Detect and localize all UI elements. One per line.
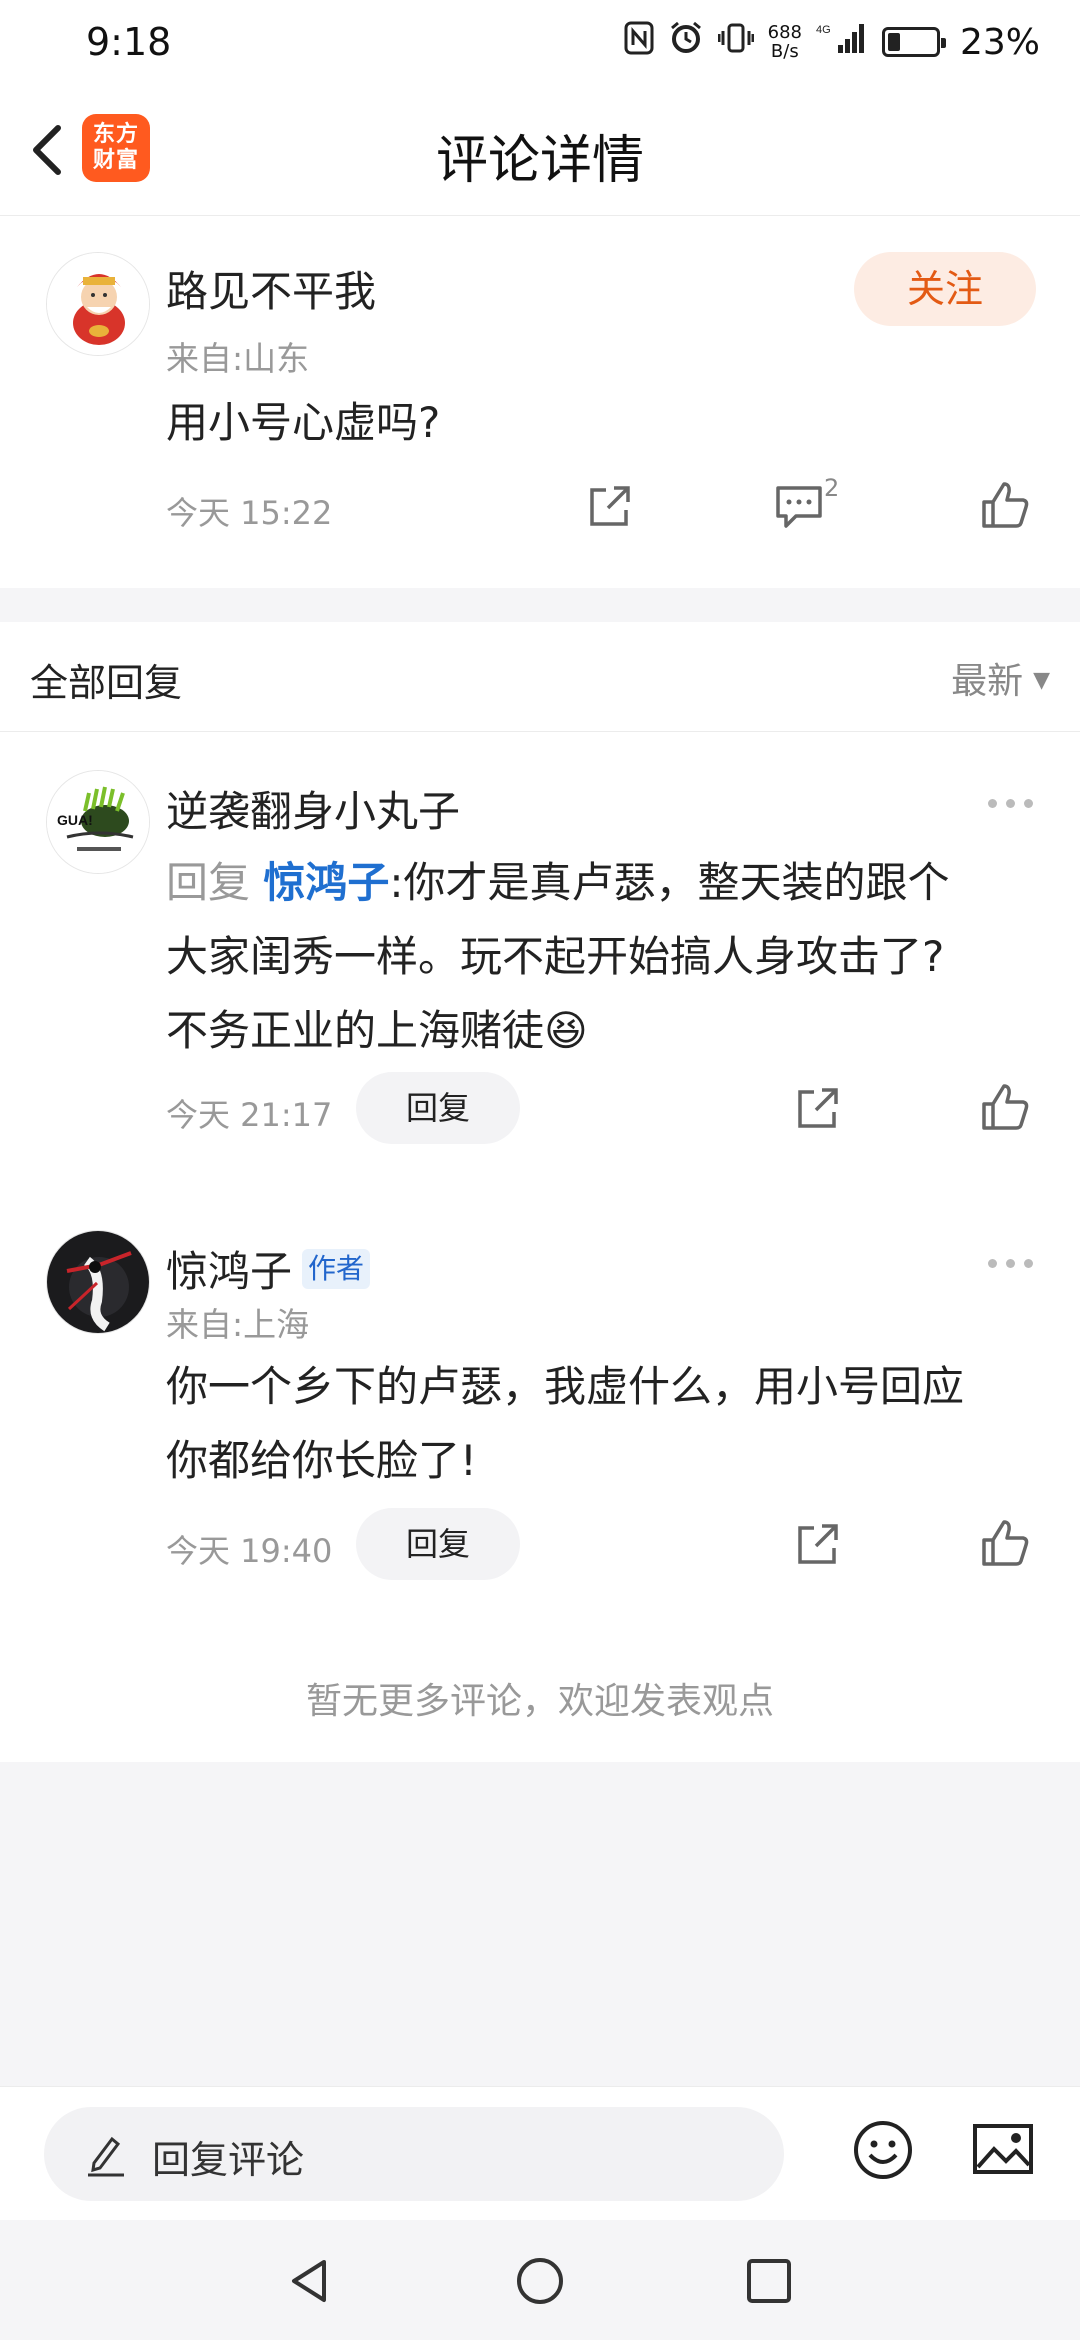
svg-text:GUA!: GUA! (57, 812, 93, 828)
reply-username[interactable]: 逆袭翻身小丸子 (166, 778, 460, 839)
image-button[interactable] (972, 2123, 1034, 2175)
signal-icon: 4G (816, 21, 868, 64)
reply-comment-input[interactable]: 回复评论 (44, 2107, 784, 2201)
comment-count-badge: 2 (824, 474, 840, 502)
reply-target-user[interactable]: 惊鸿子 (263, 858, 389, 907)
status-icons: 688 B/s 4G 23% (624, 20, 1040, 65)
comment-button[interactable] (774, 482, 824, 534)
reply-location: 来自:上海 (166, 1305, 310, 1344)
reply-text-line3: 不务正业的上海赌徒 (166, 1006, 545, 1055)
page-title: 评论详情 (435, 131, 644, 191)
share-button[interactable] (794, 1084, 842, 1136)
reply-input-bar: 回复评论 (0, 2086, 1080, 2220)
reply-input-placeholder: 回复评论 (152, 2138, 305, 2182)
all-replies-label: 全部回复 (30, 661, 183, 705)
alarm-icon (668, 20, 704, 65)
author-badge: 作者 (302, 1249, 371, 1289)
reply-time: 今天 21:17 (166, 1096, 333, 1134)
reply-text: 回复 惊鸿子:你才是真卢瑟，整天装的跟个 大家闺秀一样。玩不起开始搞人身攻击了?… (166, 846, 1046, 1068)
reply-username[interactable]: 惊鸿子 作者 (166, 1238, 371, 1299)
reply-text-line2: 你都给你长脸了! (166, 1436, 477, 1485)
avatar[interactable] (46, 1230, 150, 1334)
share-button[interactable] (794, 1520, 842, 1572)
avatar[interactable] (46, 252, 150, 356)
emoji-button[interactable] (852, 2119, 914, 2181)
status-bar: 9:18 688 B/s 4G 23% (0, 0, 1080, 84)
network-speed: 688 B/s (767, 22, 802, 62)
no-more-comments: 暂无更多评论，欢迎发表观点 (305, 1681, 774, 1722)
reply-text-line1: 你一个乡下的卢瑟，我虚什么，用小号回应 (166, 1362, 965, 1411)
sort-dropdown[interactable]: 最新 ▼ (951, 652, 1050, 704)
replies-header: 全部回复 最新 ▼ (0, 622, 1080, 732)
nav-home-icon[interactable] (515, 2256, 565, 2306)
comment-username[interactable]: 路见不平我 (166, 258, 376, 319)
reply-prefix: 回复 (166, 858, 251, 907)
thumbs-up-icon (982, 482, 1029, 528)
share-icon (798, 1524, 838, 1564)
vibrate-icon (717, 20, 755, 65)
like-button[interactable] (980, 480, 1030, 534)
reply-text-line1: :你才是真卢瑟，整天装的跟个 (389, 858, 950, 907)
system-nav-bar (0, 2220, 1080, 2340)
reply-text: 你一个乡下的卢瑟，我虚什么，用小号回应 你都给你长脸了! (166, 1350, 1046, 1498)
caret-down-icon: ▼ (1033, 668, 1050, 693)
reply-text-line2: 大家闺秀一样。玩不起开始搞人身攻击了? (166, 932, 945, 981)
status-time: 9:18 (86, 20, 172, 64)
nav-recents-icon[interactable] (744, 2256, 794, 2306)
thumbs-up-icon (982, 1084, 1029, 1130)
comment-detail-page: 9:18 688 B/s 4G 23% 东方 财富 评论详情 路见不平我 来自:… (0, 0, 1080, 2340)
svg-text:4G: 4G (816, 24, 831, 36)
like-button[interactable] (980, 1082, 1030, 1136)
more-options-icon[interactable] (988, 796, 1038, 810)
smile-icon (854, 2121, 912, 2179)
image-icon (973, 2124, 1033, 2174)
battery-percent: 23% (959, 21, 1040, 63)
reply-button[interactable]: 回复 (356, 1072, 520, 1144)
main-comment: 路见不平我 来自:山东 用小号心虚吗? 关注 今天 15:22 2 (0, 216, 1080, 588)
nfc-icon (624, 21, 654, 64)
replies-section: 全部回复 最新 ▼ GUA! 逆袭翻身小丸子 回复 惊鸿子:你才是真卢瑟，整天装… (0, 622, 1080, 1762)
follow-button[interactable]: 关注 (854, 252, 1036, 326)
comment-time: 今天 15:22 (166, 494, 333, 532)
share-button[interactable] (586, 482, 634, 534)
share-icon (590, 486, 630, 526)
comment-location: 来自:山东 (166, 339, 310, 378)
reply-button[interactable]: 回复 (356, 1508, 520, 1580)
section-divider (0, 588, 1080, 622)
more-options-icon[interactable] (988, 1256, 1038, 1270)
thumbs-up-icon (982, 1520, 1029, 1566)
avatar[interactable]: GUA! (46, 770, 150, 874)
like-button[interactable] (980, 1518, 1030, 1572)
share-icon (798, 1088, 838, 1128)
comment-icon (776, 486, 822, 528)
pencil-icon (88, 2136, 124, 2177)
nav-back-icon[interactable] (284, 2256, 334, 2306)
comment-text: 用小号心虚吗? (166, 398, 441, 447)
sort-label: 最新 (951, 661, 1024, 702)
app-header: 东方 财富 评论详情 (0, 84, 1080, 216)
battery-icon (881, 27, 946, 57)
laughing-emoji-icon: 😆 (544, 1006, 588, 1055)
reply-time: 今天 19:40 (166, 1532, 333, 1570)
